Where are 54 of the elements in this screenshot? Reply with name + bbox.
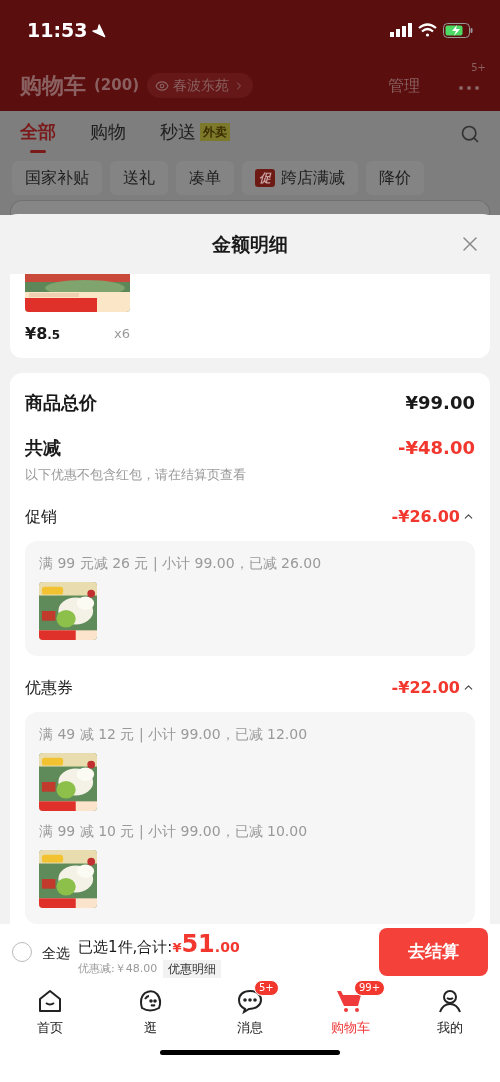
discount-group-title: 优惠券 bbox=[25, 676, 73, 699]
rule-text: 满 99 元减 26 元 | 小计 99.00，已减 26.00 bbox=[39, 553, 323, 574]
more-icon bbox=[458, 84, 480, 91]
total-value: ¥99.00 bbox=[405, 391, 475, 415]
nav-tab[interactable]: 逛 bbox=[100, 980, 200, 1038]
total-label: 商品总价 bbox=[25, 391, 97, 415]
face-icon bbox=[137, 988, 163, 1014]
total-amount: ¥51.00 bbox=[172, 929, 240, 960]
location-arrow-icon bbox=[91, 22, 107, 38]
count-badge: 5+ bbox=[254, 980, 279, 996]
manage-button[interactable]: 管理 bbox=[388, 73, 420, 98]
wifi-icon bbox=[418, 23, 437, 37]
nav-tab[interactable]: 购物车 99+ bbox=[300, 980, 400, 1038]
filter-chip[interactable]: 促 跨店满减 bbox=[242, 161, 358, 195]
person-icon bbox=[437, 988, 463, 1014]
reduction-label: 共减 bbox=[25, 436, 61, 460]
category-tab[interactable]: 全部 bbox=[20, 114, 56, 153]
category-tab[interactable]: 购物 bbox=[90, 114, 126, 153]
filter-chip[interactable]: 凑单 bbox=[176, 161, 234, 195]
more-button[interactable] bbox=[458, 84, 480, 91]
count-badge: 99+ bbox=[354, 980, 386, 996]
rule-text: 满 99 减 10 元 | 小计 99.00，已减 10.00 bbox=[39, 821, 309, 842]
search-icon[interactable] bbox=[460, 123, 480, 144]
discount-group-title: 促销 bbox=[25, 505, 57, 528]
discount-toggle[interactable]: -¥26.00 bbox=[391, 504, 475, 529]
category-tab[interactable]: 秒送 外卖 bbox=[160, 114, 230, 153]
select-all-label: 全选 bbox=[42, 943, 70, 963]
filter-chip[interactable]: 降价 bbox=[366, 161, 424, 195]
status-time: 11:53 bbox=[27, 17, 88, 43]
selection-summary: 已选1件,合计: bbox=[78, 937, 173, 958]
nav-tab[interactable]: 我的 bbox=[400, 980, 500, 1038]
filter-chip[interactable]: 国家补贴 bbox=[12, 161, 102, 195]
reduction-value: -¥48.00 bbox=[398, 436, 475, 460]
discount-summary: 优惠减:￥48.00 bbox=[78, 960, 158, 977]
sheet-title: 金额明细 bbox=[212, 231, 288, 257]
home-icon bbox=[37, 988, 63, 1014]
filter-chip[interactable]: 送礼 bbox=[110, 161, 168, 195]
battery-icon bbox=[443, 22, 473, 38]
notification-count: 5+ bbox=[471, 60, 486, 75]
reduction-note: 以下优惠不包含红包，请在结算页查看 bbox=[25, 466, 247, 484]
signal-icon bbox=[390, 23, 412, 37]
nav-tab[interactable]: 消息 5+ bbox=[200, 980, 300, 1038]
checkout-button[interactable]: 去结算 bbox=[379, 928, 488, 976]
discount-toggle[interactable]: -¥22.00 bbox=[391, 675, 475, 700]
page-title: 购物车 bbox=[20, 72, 86, 100]
select-all-checkbox[interactable] bbox=[12, 942, 32, 962]
location-chip[interactable]: 春波东苑 bbox=[147, 73, 254, 98]
nav-tab[interactable]: 首页 bbox=[0, 980, 100, 1038]
discount-detail-button[interactable]: 优惠明细 bbox=[163, 960, 222, 978]
rule-text: 满 49 减 12 元 | 小计 99.00，已减 12.00 bbox=[39, 724, 309, 745]
eye-icon bbox=[155, 78, 170, 93]
product-price: ¥8.5 bbox=[25, 323, 61, 345]
product-quantity: x6 bbox=[114, 325, 130, 344]
cart-count: (200) bbox=[94, 75, 140, 97]
